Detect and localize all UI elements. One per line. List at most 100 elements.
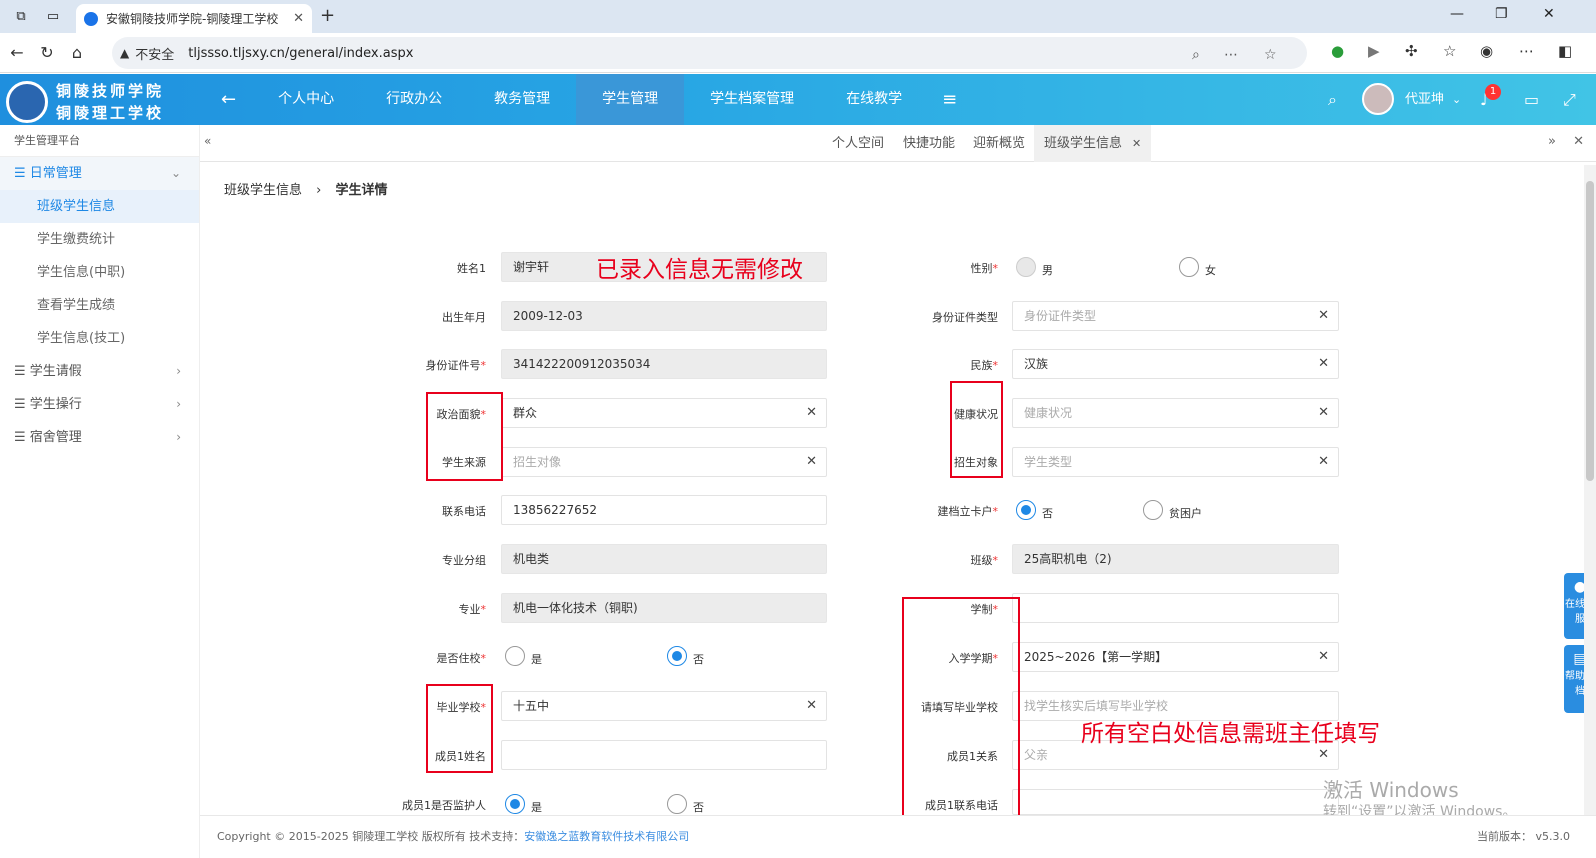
avatar[interactable] [1362, 83, 1394, 115]
tab-close-all-icon[interactable]: ✕ [1573, 134, 1584, 149]
copyright: Copyright © 2015-2025 铜陵理工学校 版权所有 技术支持：安… [217, 828, 689, 844]
nav-personal[interactable]: 个人中心 [252, 74, 360, 125]
nav-student[interactable]: 学生管理 [576, 74, 685, 125]
close-window-icon[interactable]: ✕ [1543, 6, 1555, 22]
term-select[interactable]: 2025~2026【第一学期】 ✕ [1012, 642, 1339, 672]
gender-female-radio[interactable] [1179, 257, 1199, 277]
screen-icon[interactable]: ▭ [1524, 74, 1539, 125]
more-url-icon[interactable]: ⋯ [1224, 47, 1238, 63]
username[interactable]: 代亚坤 [1405, 74, 1444, 125]
idtype-select[interactable]: 身份证件类型 ✕ [1012, 301, 1339, 331]
support-company-link[interactable]: 安徽逸之蓝教育软件技术有限公司 [524, 830, 689, 843]
target-select[interactable]: 学生类型 ✕ [1012, 447, 1339, 477]
phone-field[interactable]: 13856227652 [501, 495, 827, 525]
clear-icon[interactable]: ✕ [806, 692, 817, 720]
tab-scroll-right-icon[interactable]: » [1548, 134, 1556, 149]
fullscreen-icon[interactable]: ⤢ [1563, 74, 1576, 125]
sidebar-toggle-icon[interactable]: ◧ [1558, 42, 1572, 60]
annotation-no-change: 已录入信息无需修改 [596, 257, 803, 283]
sidebar-item-class-students[interactable]: 班级学生信息 [0, 190, 199, 223]
chevron-right-icon: › [176, 364, 181, 378]
school-field[interactable]: 十五中 ✕ [501, 691, 827, 721]
extension-n-icon[interactable]: ● [1331, 42, 1344, 60]
favorite-star-icon[interactable]: ☆ [1264, 47, 1277, 63]
system-field[interactable] [1012, 593, 1339, 623]
tab-welcome-overview[interactable]: 迎新概览 [973, 125, 1025, 162]
reload-icon[interactable]: ↻ [32, 43, 62, 62]
tab-personal-space[interactable]: 个人空间 [832, 125, 884, 162]
tab-quick-functions[interactable]: 快捷功能 [903, 125, 955, 162]
favorites-icon[interactable]: ☆ [1443, 42, 1456, 60]
sidebar-item-info-secondary[interactable]: 学生信息(中职) [0, 256, 199, 289]
sidebar-item-grades[interactable]: 查看学生成绩 [0, 289, 199, 322]
search-icon[interactable]: ⌕ [1328, 74, 1337, 125]
sidebar-group-daily[interactable]: ☰ 日常管理 ⌄ [0, 157, 199, 190]
zoom-icon[interactable]: ⌕ [1192, 47, 1200, 63]
settings-more-icon[interactable]: ⋯ [1519, 42, 1534, 60]
sidebar-item-fees[interactable]: 学生缴费统计 [0, 223, 199, 256]
extensions-icon[interactable]: ✣ [1405, 42, 1418, 60]
poor-yes-radio[interactable] [1143, 500, 1163, 520]
class-field[interactable]: 25高职机电（2) [1012, 544, 1339, 574]
nav-back-icon[interactable]: ← [205, 74, 252, 125]
clear-icon[interactable]: ✕ [1318, 448, 1329, 476]
major-field[interactable]: 机电一体化技术（铜职) [501, 593, 827, 623]
home-icon[interactable]: ⌂ [62, 43, 92, 62]
workspaces-icon[interactable]: ⧉ [10, 6, 32, 28]
board-no-radio[interactable] [667, 646, 687, 666]
profile-icon[interactable]: ◉ [1480, 42, 1493, 60]
bell-icon[interactable]: ♪ [1480, 74, 1490, 125]
nav-archive[interactable]: 学生档案管理 [684, 74, 820, 125]
tab-class-students[interactable]: 班级学生信息 ✕ [1034, 125, 1152, 162]
group-field[interactable]: 机电类 [501, 544, 827, 574]
member-name-field[interactable] [501, 740, 827, 770]
sidebar-group-conduct[interactable]: ☰ 学生操行 › [0, 388, 199, 421]
guardian-no-radio[interactable] [667, 794, 687, 814]
idno-field[interactable]: 341422200912035034 [501, 349, 827, 379]
nav-online[interactable]: 在线教学 [820, 74, 928, 125]
chevron-down-icon[interactable]: ⌄ [1452, 74, 1461, 125]
sidebar-group-leave[interactable]: ☰ 学生请假 › [0, 355, 199, 388]
scrollbar[interactable] [1584, 165, 1596, 815]
nav-admin[interactable]: 行政办公 [360, 74, 468, 125]
collapse-sidebar-icon[interactable]: « [204, 134, 211, 148]
clear-icon[interactable]: ✕ [806, 399, 817, 427]
not-secure-label[interactable]: 不安全 [135, 44, 174, 63]
gender-label: 性别* [970, 262, 999, 275]
breadcrumb-parent[interactable]: 班级学生信息 [224, 183, 302, 198]
birth-field[interactable]: 2009-12-03 [501, 301, 827, 331]
play-icon[interactable]: ▶ [1368, 42, 1380, 60]
clear-icon[interactable]: ✕ [1318, 350, 1329, 378]
tab-actions-icon[interactable]: ▭ [42, 6, 64, 28]
gender-male-radio[interactable] [1016, 257, 1036, 277]
url-field[interactable]: ▲ 不安全 tljssso.tljsxy.cn/general/index.as… [112, 37, 1307, 69]
scroll-thumb[interactable] [1586, 181, 1594, 481]
new-tab-icon[interactable]: + [320, 5, 335, 26]
clear-icon[interactable]: ✕ [1318, 302, 1329, 330]
browser-tab[interactable]: 安徽铜陵技师学院-铜陵理工学校 ✕ [76, 4, 312, 33]
menu-icon[interactable]: ≡ [928, 74, 971, 125]
member-phone-field[interactable] [1012, 789, 1339, 815]
url-text[interactable]: tljssso.tljsxy.cn/general/index.aspx [188, 46, 413, 61]
clear-icon[interactable]: ✕ [806, 448, 817, 476]
guardian-yes-radio[interactable] [505, 794, 525, 814]
nation-select[interactable]: 汉族 ✕ [1012, 349, 1339, 379]
nav-academic[interactable]: 教务管理 [468, 74, 576, 125]
close-icon[interactable]: ✕ [1132, 137, 1141, 150]
sidebar-item-info-technical[interactable]: 学生信息(技工) [0, 322, 199, 355]
clear-icon[interactable]: ✕ [1318, 643, 1329, 671]
restore-icon[interactable]: ❐ [1495, 6, 1508, 22]
back-icon[interactable]: ← [2, 43, 32, 62]
minimize-icon[interactable]: — [1450, 6, 1464, 22]
political-select[interactable]: 群众 ✕ [501, 398, 827, 428]
source-select[interactable]: 招生对像 ✕ [501, 447, 827, 477]
nation-value: 汉族 [1024, 357, 1049, 371]
close-tab-icon[interactable]: ✕ [293, 11, 304, 26]
poor-no-radio[interactable] [1016, 500, 1036, 520]
clear-icon[interactable]: ✕ [1318, 399, 1329, 427]
board-label: 是否住校* [436, 652, 487, 665]
health-select[interactable]: 健康状况 ✕ [1012, 398, 1339, 428]
board-yes-radio[interactable] [505, 646, 525, 666]
sidebar-group-dorm[interactable]: ☰ 宿舍管理 › [0, 421, 199, 454]
sidebar-group-label: 学生请假 [29, 364, 82, 379]
